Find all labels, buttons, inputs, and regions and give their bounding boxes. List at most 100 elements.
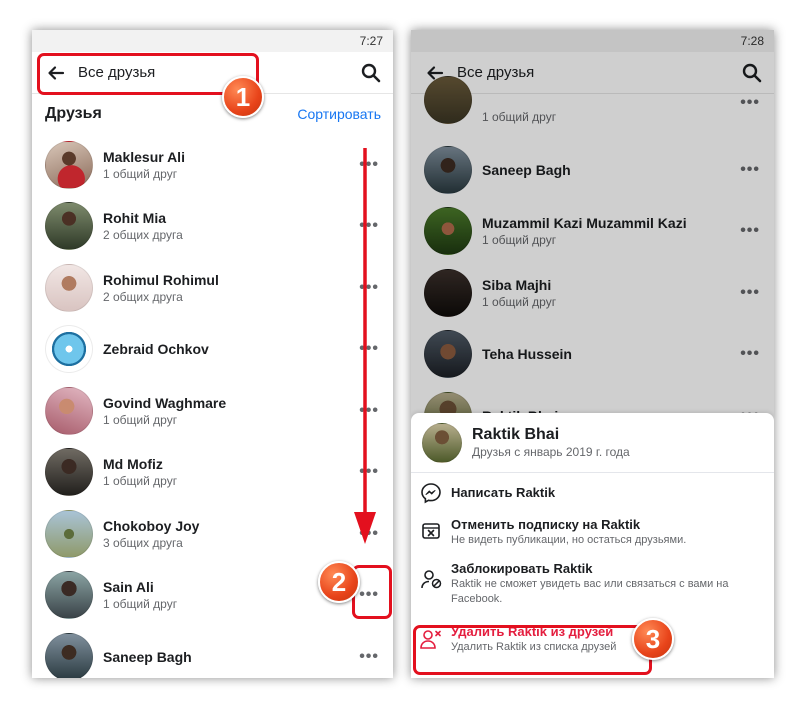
friend-row[interactable]: Govind Waghmare 1 общий друг •••: [32, 380, 393, 442]
friend-info: Md Mofiz 1 общий друг: [103, 455, 177, 489]
friend-row[interactable]: Muzammil Kazi Muzammil Kazi 1 общий друг •…: [411, 201, 774, 263]
unfollow-icon: [422, 523, 440, 539]
friend-row[interactable]: Rohimul Rohimul 2 общих друга •••: [32, 257, 393, 319]
friend-info: Teha Hussein: [482, 345, 572, 363]
friend-info: 1 общий друг: [482, 109, 556, 125]
friend-name[interactable]: Chokoboy Joy: [103, 517, 199, 535]
friend-name[interactable]: Teha Hussein: [482, 345, 572, 363]
unfriend-icon: [420, 630, 441, 649]
more-options-icon[interactable]: •••: [740, 284, 760, 300]
message-action[interactable]: Написать Raktik: [411, 473, 774, 513]
friend-info: Saneep Bagh: [103, 648, 192, 666]
friend-name[interactable]: Maklesur Ali: [103, 148, 185, 166]
mutual-friends-count: 1 общий друг: [482, 294, 557, 309]
avatar[interactable]: [424, 207, 472, 256]
friend-info: Zebraid Ochkov: [103, 340, 209, 358]
search-icon[interactable]: [742, 63, 762, 83]
sheet-friend-name: Raktik Bhai: [472, 425, 560, 443]
friend-row[interactable]: Saneep Bagh •••: [32, 626, 393, 678]
unfollow-label: Отменить подписку на Raktik: [451, 517, 641, 532]
avatar[interactable]: [424, 145, 472, 194]
avatar[interactable]: [45, 202, 93, 251]
friend-row[interactable]: Sain Ali 1 общий друг •••: [32, 565, 393, 627]
friends-section-header: Друзья Сортировать: [32, 94, 393, 134]
more-options-icon[interactable]: •••: [740, 346, 760, 362]
friend-row[interactable]: Saneep Bagh •••: [411, 139, 774, 201]
sort-button[interactable]: Сортировать: [297, 106, 381, 122]
friend-info: Sain Ali 1 общий друг: [103, 578, 177, 612]
page-title: Все друзья: [457, 64, 535, 81]
friend-row[interactable]: Md Mofiz 1 общий друг •••: [32, 442, 393, 504]
mutual-friends-count: 3 общих друга: [103, 535, 183, 550]
friend-row[interactable]: 1 общий друг •••: [411, 75, 774, 139]
friend-info: Rohimul Rohimul 2 общих друга: [103, 271, 219, 305]
avatar[interactable]: [45, 632, 93, 678]
avatar[interactable]: [424, 75, 472, 124]
friend-row[interactable]: Maklesur Ali 1 общий друг •••: [32, 134, 393, 196]
friend-row[interactable]: Chokoboy Joy 3 общих друга •••: [32, 503, 393, 565]
friend-name[interactable]: Md Mofiz: [103, 455, 177, 473]
unfollow-action[interactable]: Отменить подписку на Raktik Не видеть пу…: [411, 513, 774, 559]
avatar[interactable]: [424, 268, 472, 317]
unfriend-action[interactable]: Удалить Raktik из друзей Удалить Raktik …: [411, 619, 774, 669]
more-options-icon[interactable]: •••: [359, 279, 379, 295]
status-time: 7:28: [740, 34, 764, 48]
status-time: 7:27: [359, 34, 383, 48]
friend-info: Siba Majhi 1 общий друг: [482, 276, 556, 310]
friend-name[interactable]: Govind Waghmare: [103, 394, 226, 412]
more-options-icon[interactable]: •••: [359, 341, 379, 357]
friend-name[interactable]: Siba Majhi: [482, 276, 556, 294]
avatar[interactable]: [45, 386, 93, 435]
more-options-icon[interactable]: •••: [359, 464, 379, 480]
search-icon[interactable]: [361, 63, 381, 83]
friend-info: Govind Waghmare 1 общий друг: [103, 394, 226, 428]
unfollow-description: Не видеть публикации, но остаться друзья…: [451, 534, 687, 546]
avatar[interactable]: [45, 325, 93, 374]
block-description-line2: Facebook.: [451, 593, 503, 605]
status-bar: 7:27: [32, 30, 393, 52]
friend-row[interactable]: Siba Majhi 1 общий друг •••: [411, 262, 774, 324]
friend-row[interactable]: Teha Hussein •••: [411, 324, 774, 386]
more-options-icon[interactable]: •••: [359, 525, 379, 541]
back-arrow-icon[interactable]: [46, 63, 66, 83]
avatar[interactable]: [45, 571, 93, 620]
more-options-icon[interactable]: •••: [359, 156, 379, 172]
unfriend-description: Удалить Raktik из списка друзей: [451, 641, 617, 653]
friend-name[interactable]: Muzammil Kazi Muzammil Kazi: [482, 214, 687, 232]
sheet-friend-since: Друзья с январь 2019 г. года: [472, 444, 630, 459]
friend-row[interactable]: Zebraid Ochkov •••: [32, 319, 393, 381]
avatar[interactable]: [45, 140, 93, 189]
avatar[interactable]: [424, 330, 472, 379]
section-title: Друзья: [45, 105, 102, 122]
more-options-icon[interactable]: •••: [740, 95, 760, 111]
mutual-friends-count: 1 общий друг: [103, 597, 178, 612]
friend-name[interactable]: Saneep Bagh: [482, 161, 571, 179]
friend-info: Chokoboy Joy 3 общих друга: [103, 517, 199, 551]
more-options-icon[interactable]: •••: [359, 648, 379, 664]
unfriend-label: Удалить Raktik из друзей: [451, 624, 614, 639]
app-bar: Все друзья: [32, 52, 393, 94]
friend-name[interactable]: Zebraid Ochkov: [103, 340, 209, 358]
friend-name[interactable]: Sain Ali: [103, 578, 177, 596]
friends-list: Maklesur Ali 1 общий друг ••• Rohit Mia 2 об…: [32, 134, 393, 678]
more-options-icon[interactable]: •••: [359, 218, 379, 234]
avatar[interactable]: [45, 509, 93, 558]
avatar[interactable]: [45, 448, 93, 497]
friend-name[interactable]: Rohit Mia: [103, 209, 183, 227]
more-options-icon[interactable]: •••: [359, 587, 379, 603]
friend-name[interactable]: Rohimul Rohimul: [103, 271, 219, 289]
page-title: Все друзья: [78, 64, 156, 81]
message-label: Написать Raktik: [451, 485, 556, 500]
mutual-friends-count: 1 общий друг: [103, 474, 178, 489]
more-options-icon[interactable]: •••: [359, 402, 379, 418]
mutual-friends-count: 1 общий друг: [103, 412, 178, 427]
friend-row[interactable]: Rohit Mia 2 общих друга •••: [32, 196, 393, 258]
friend-info: Rohit Mia 2 общих друга: [103, 209, 183, 243]
block-action[interactable]: Заблокировать Raktik Raktik не сможет ув…: [411, 559, 774, 619]
avatar[interactable]: [45, 263, 93, 312]
friends-screen-left: 7:27 Все друзья Друзья Сортировать Makle…: [32, 30, 393, 678]
friend-info: Saneep Bagh: [482, 161, 571, 179]
more-options-icon[interactable]: •••: [740, 223, 760, 239]
more-options-icon[interactable]: •••: [740, 161, 760, 177]
friend-name[interactable]: Saneep Bagh: [103, 648, 192, 666]
